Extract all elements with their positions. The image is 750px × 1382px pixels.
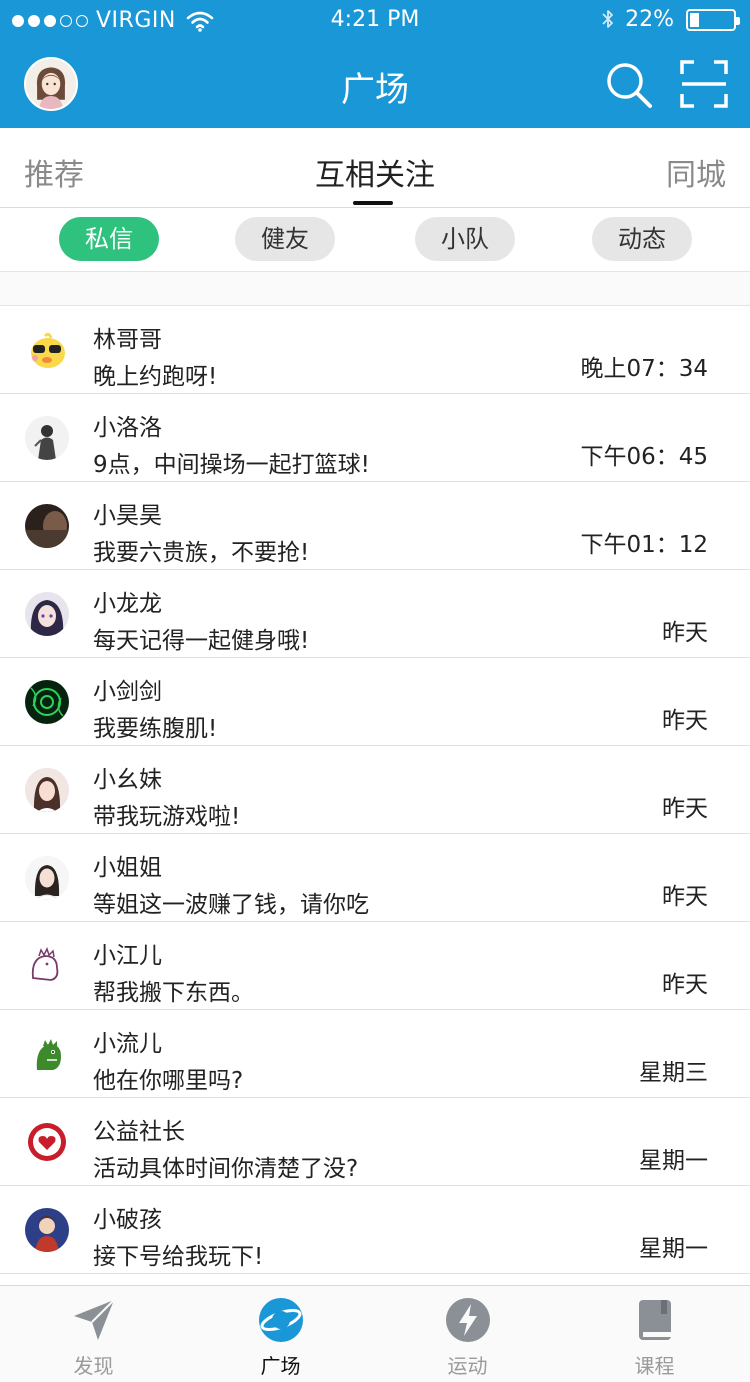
chip-fitness-friends[interactable]: 健友 xyxy=(235,217,335,261)
section-divider xyxy=(0,272,750,306)
contact-name: 公益社长 xyxy=(93,1119,185,1145)
status-bar: VIRGIN 4:21 PM 22% xyxy=(0,0,750,40)
scan-icon[interactable] xyxy=(680,60,728,108)
bottom-tab-label: 运动 xyxy=(447,1354,488,1378)
message-time: 星期一 xyxy=(639,1236,708,1262)
message-time: 昨天 xyxy=(662,884,708,910)
list-item[interactable]: 小幺妹 带我玩游戏啦! 昨天 xyxy=(0,746,750,834)
message-time: 昨天 xyxy=(662,796,708,822)
woman-photo-avatar-icon xyxy=(25,856,69,900)
message-time: 下午01：12 xyxy=(580,532,708,558)
bottom-tab-sport[interactable]: 运动 xyxy=(374,1286,561,1382)
list-item[interactable]: 小剑剑 我要练腹肌! 昨天 xyxy=(0,658,750,746)
battery-icon xyxy=(686,8,740,31)
search-icon[interactable] xyxy=(604,60,654,110)
list-item[interactable]: 林哥哥 晚上约跑呀! 晚上07：34 xyxy=(0,306,750,394)
bottom-tab-label: 广场 xyxy=(260,1354,301,1378)
tab-same-city[interactable]: 同城 xyxy=(666,150,726,194)
message-preview: 接下号给我玩下! xyxy=(93,1244,264,1270)
contact-name: 小流儿 xyxy=(93,1031,162,1057)
contact-name: 小剑剑 xyxy=(93,679,162,705)
sketch-portrait-avatar-icon xyxy=(25,416,69,460)
active-tab-indicator xyxy=(353,201,393,205)
yellow-chick-avatar-icon xyxy=(25,328,69,372)
list-item[interactable]: 小破孩 接下号给我玩下! 星期一 xyxy=(0,1186,750,1274)
message-preview: 我要练腹肌! xyxy=(93,716,218,742)
chip-team[interactable]: 小队 xyxy=(415,217,515,261)
contact-name: 小昊昊 xyxy=(93,503,162,529)
bottom-tab-label: 课程 xyxy=(634,1354,675,1378)
app-header: VIRGIN 4:21 PM 22% 广场 xyxy=(0,0,750,128)
bottom-tab-label: 发现 xyxy=(73,1354,114,1378)
contact-name: 小江儿 xyxy=(93,943,162,969)
list-item[interactable]: 公益社长 活动具体时间你清楚了没? 星期一 xyxy=(0,1098,750,1186)
bluetooth-icon xyxy=(602,9,613,28)
navigation-bar: 广场 xyxy=(0,40,750,128)
message-preview: 他在你哪里吗? xyxy=(93,1068,244,1094)
green-swirl-avatar-icon xyxy=(25,680,69,724)
game-character-avatar-icon xyxy=(25,1208,69,1252)
message-preview: 活动具体时间你清楚了没? xyxy=(93,1156,359,1182)
message-time: 星期三 xyxy=(639,1060,708,1086)
contact-name: 小破孩 xyxy=(93,1207,162,1233)
bottom-tab-square[interactable]: 广场 xyxy=(187,1286,374,1382)
list-item[interactable]: 小姐姐 等姐这一波赚了钱，请你吃 昨天 xyxy=(0,834,750,922)
list-item[interactable]: 小流儿 他在你哪里吗? 星期三 xyxy=(0,1010,750,1098)
list-item[interactable]: 小江儿 帮我搬下东西。 昨天 xyxy=(0,922,750,1010)
list-item[interactable]: 小龙龙 每天记得一起健身哦! 昨天 xyxy=(0,570,750,658)
battery-level xyxy=(690,12,700,27)
message-time: 昨天 xyxy=(662,708,708,734)
doodle-dinosaur-avatar-icon xyxy=(25,944,69,988)
list-item[interactable]: 小昊昊 我要六贵族，不要抢! 下午01：12 xyxy=(0,482,750,570)
contact-name: 小龙龙 xyxy=(93,591,162,617)
planet-icon xyxy=(259,1298,303,1342)
message-time: 晚上07：34 xyxy=(580,356,708,382)
girl-photo-avatar-icon xyxy=(25,768,69,812)
message-time: 下午06：45 xyxy=(580,444,708,470)
message-preview: 我要六贵族，不要抢! xyxy=(93,540,310,566)
message-list: 林哥哥 晚上约跑呀! 晚上07：34 小洛洛 9点，中间操场一起打篮球! 下午0… xyxy=(0,306,750,1274)
filter-chips: 私信 健友 小队 动态 xyxy=(0,208,750,272)
status-right: 22% xyxy=(599,7,740,32)
bottom-tab-bar: 发现 广场 运动 课程 xyxy=(0,1285,750,1382)
lightning-icon xyxy=(446,1298,490,1342)
chip-updates[interactable]: 动态 xyxy=(592,217,692,261)
paper-plane-icon xyxy=(74,1299,115,1340)
message-time: 昨天 xyxy=(662,972,708,998)
anime-girl-avatar-icon xyxy=(25,592,69,636)
contact-name: 小姐姐 xyxy=(93,855,162,881)
dark-photo-avatar-icon xyxy=(25,504,69,548)
contact-name: 林哥哥 xyxy=(93,327,162,353)
battery-percent: 22% xyxy=(625,7,674,32)
bottom-tab-discover[interactable]: 发现 xyxy=(0,1286,187,1382)
message-time: 星期一 xyxy=(639,1148,708,1174)
book-icon xyxy=(639,1300,671,1340)
i-love-you-badge-avatar-icon xyxy=(25,1120,69,1164)
list-item[interactable]: 小洛洛 9点，中间操场一起打篮球! 下午06：45 xyxy=(0,394,750,482)
message-preview: 晚上约跑呀! xyxy=(93,364,218,390)
contact-name: 小洛洛 xyxy=(93,415,162,441)
message-preview: 9点，中间操场一起打篮球! xyxy=(93,452,370,478)
message-preview: 每天记得一起健身哦! xyxy=(93,628,310,654)
green-dinosaur-avatar-icon xyxy=(25,1032,69,1076)
tab-mutual-follow[interactable]: 互相关注 xyxy=(0,150,750,194)
contact-name: 小幺妹 xyxy=(93,767,162,793)
top-tabs: 推荐 互相关注 同城 xyxy=(0,128,750,208)
message-preview: 带我玩游戏啦! xyxy=(93,804,241,830)
bottom-tab-course[interactable]: 课程 xyxy=(561,1286,748,1382)
message-preview: 帮我搬下东西。 xyxy=(93,980,254,1006)
chip-private-message[interactable]: 私信 xyxy=(59,217,159,261)
message-time: 昨天 xyxy=(662,620,708,646)
message-preview: 等姐这一波赚了钱，请你吃 xyxy=(93,892,369,918)
